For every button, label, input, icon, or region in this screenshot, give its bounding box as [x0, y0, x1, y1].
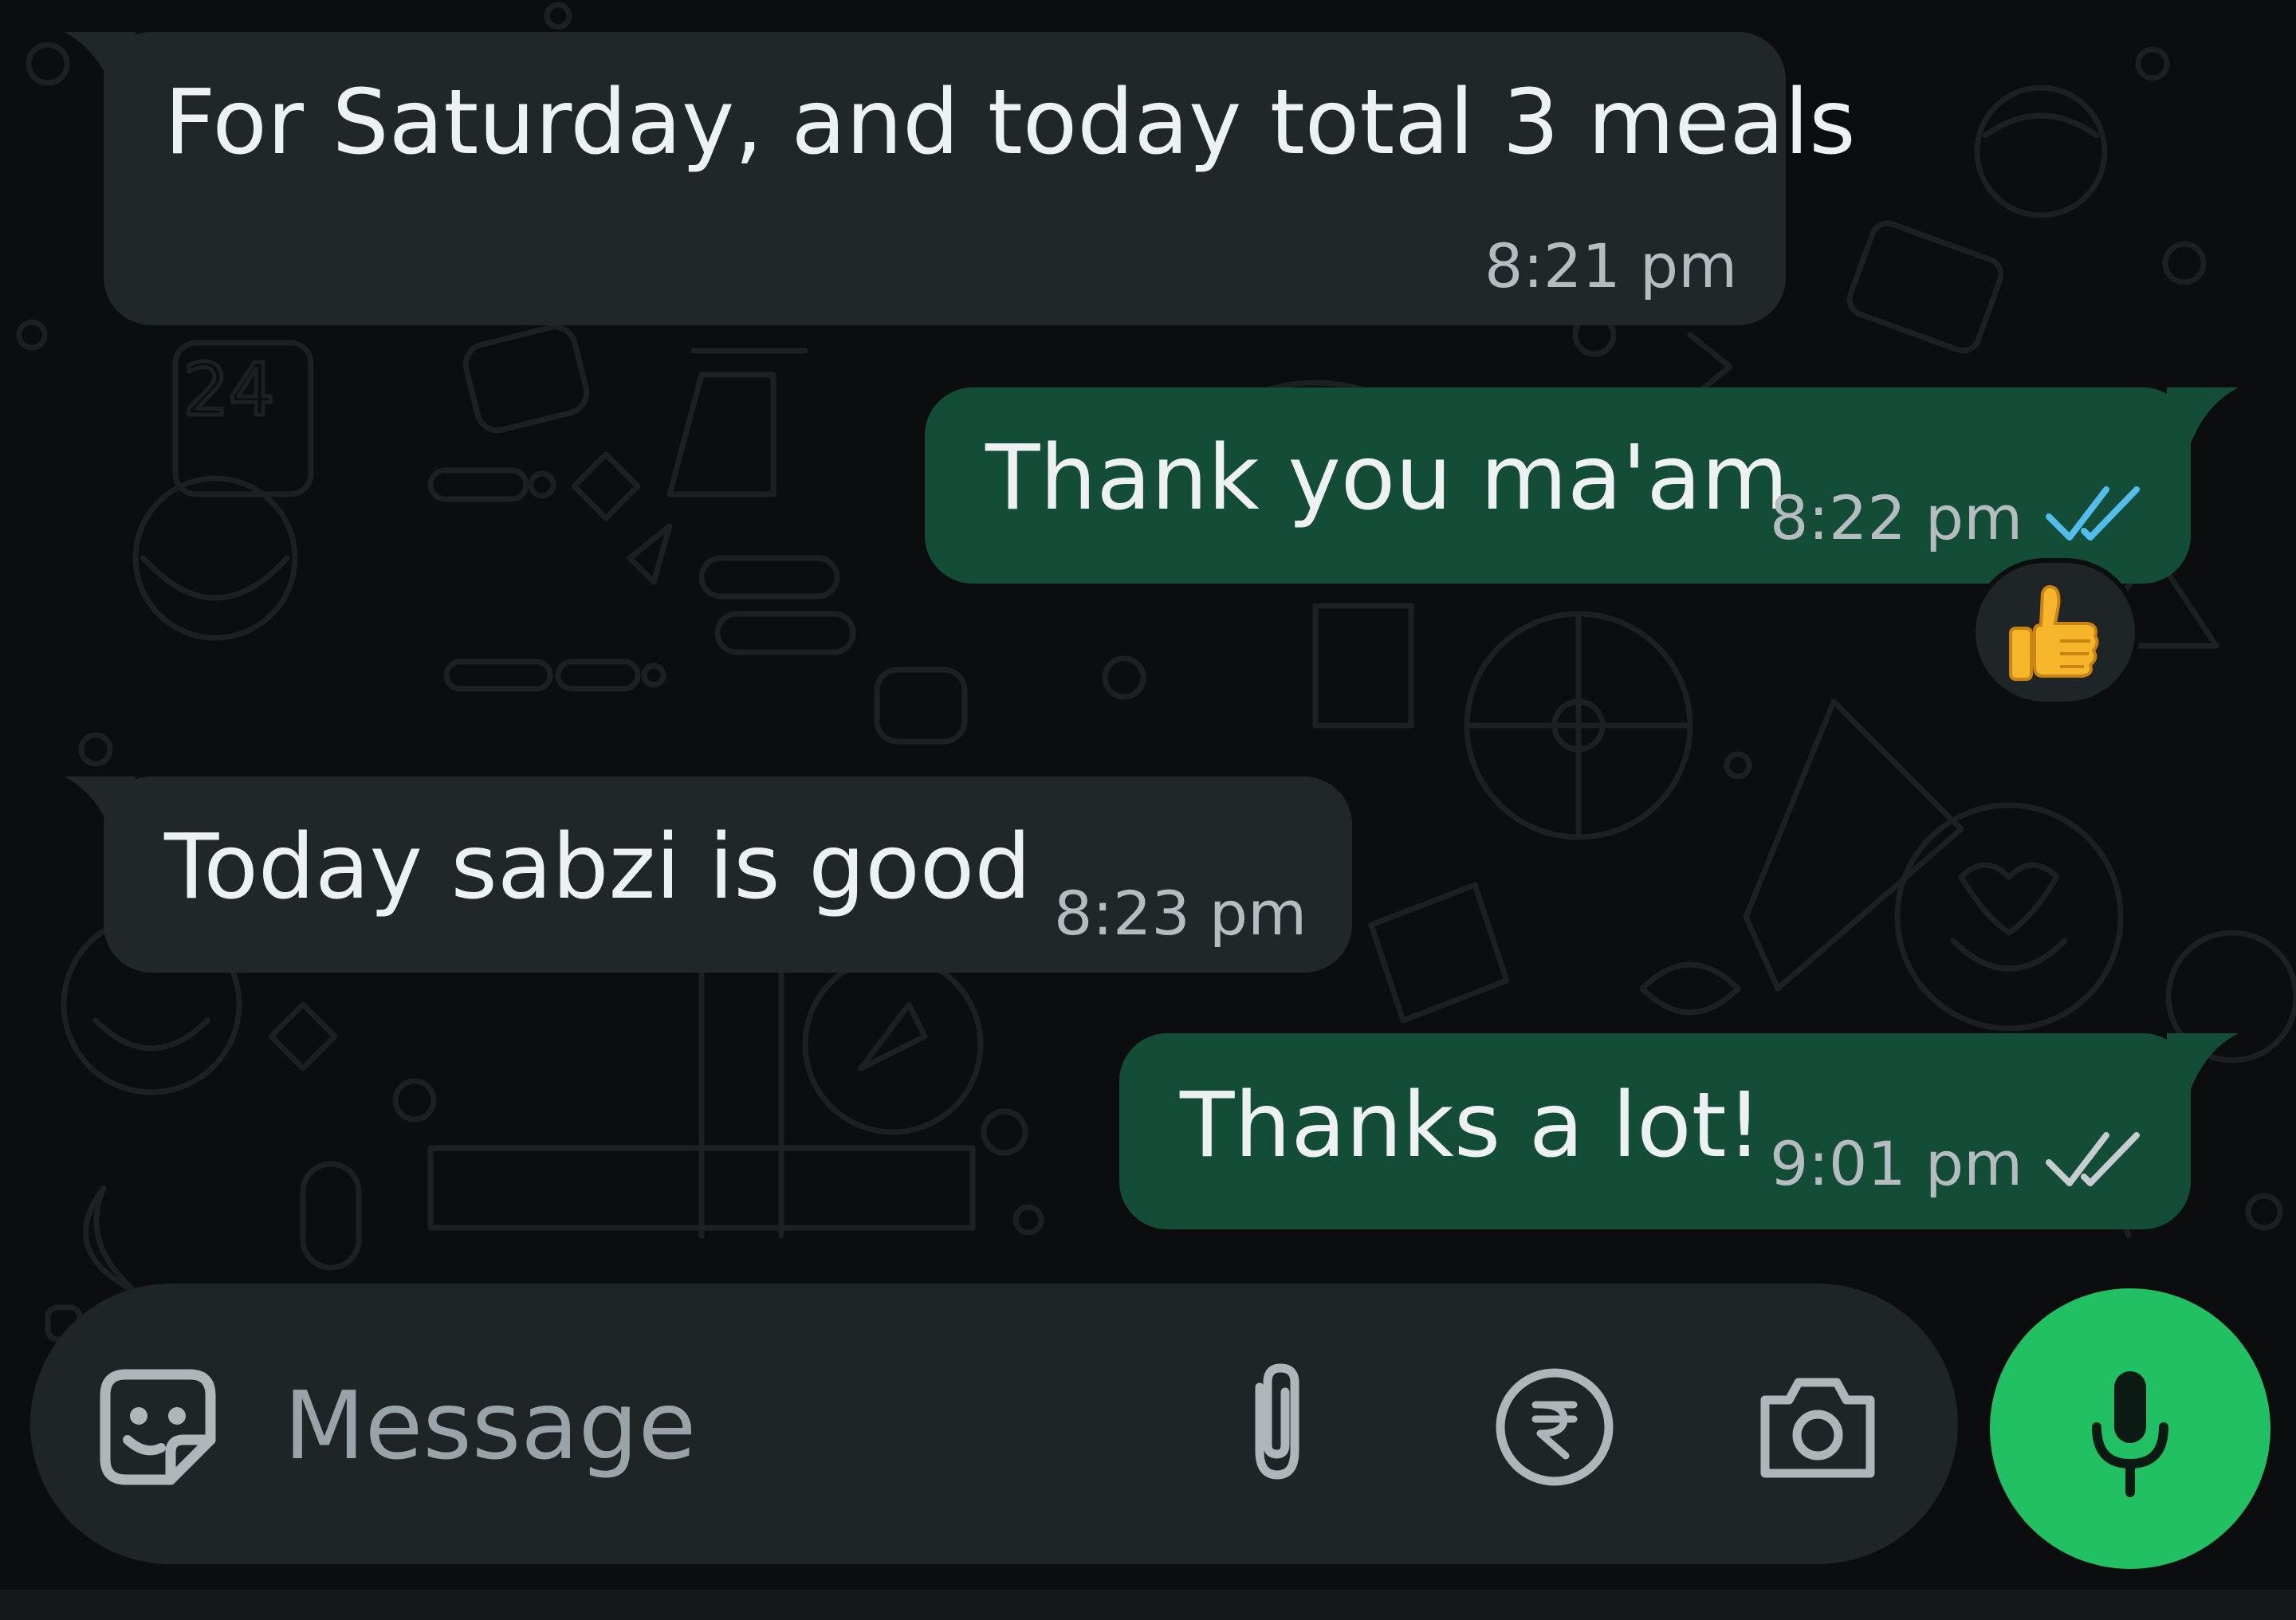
paperclip-icon[interactable] — [1228, 1355, 1323, 1491]
message-text: Thank you ma'am — [985, 427, 1789, 530]
thumbs-up-icon — [2009, 585, 2099, 681]
message-input[interactable] — [284, 1370, 1193, 1481]
rupee-icon[interactable] — [1491, 1363, 1618, 1491]
bubble-tail — [2167, 387, 2239, 443]
navigation-bar — [0, 1590, 2296, 1620]
message-timestamp: 9:01 pm — [1770, 1128, 2023, 1199]
microphone-icon — [2092, 1371, 2168, 1497]
message-text: For Saturday, and today total 3 meals — [164, 71, 1856, 175]
message-timestamp: 8:23 pm — [1054, 878, 1307, 949]
sticker-icon[interactable] — [94, 1363, 222, 1491]
chat-screen: 24 For Saturday, and today total 3 meals… — [0, 0, 2296, 1620]
bubble-tail — [64, 777, 136, 832]
message-timestamp: 8:21 pm — [1484, 230, 1738, 301]
voice-record-button[interactable] — [1990, 1288, 2270, 1569]
message-timestamp: 8:22 pm — [1770, 482, 2023, 553]
delivered-receipt-icon — [2046, 1132, 2140, 1186]
reaction-badge[interactable] — [1971, 558, 2140, 706]
svg-text:24: 24 — [183, 348, 275, 432]
bubble-tail — [64, 32, 136, 88]
message-text: Today sabzi is good — [164, 816, 1032, 919]
read-receipt-icon — [2046, 486, 2140, 541]
bubble-tail — [2167, 1033, 2239, 1089]
camera-icon[interactable] — [1754, 1368, 1881, 1488]
message-text: Thanks a lot! — [1180, 1074, 1763, 1178]
